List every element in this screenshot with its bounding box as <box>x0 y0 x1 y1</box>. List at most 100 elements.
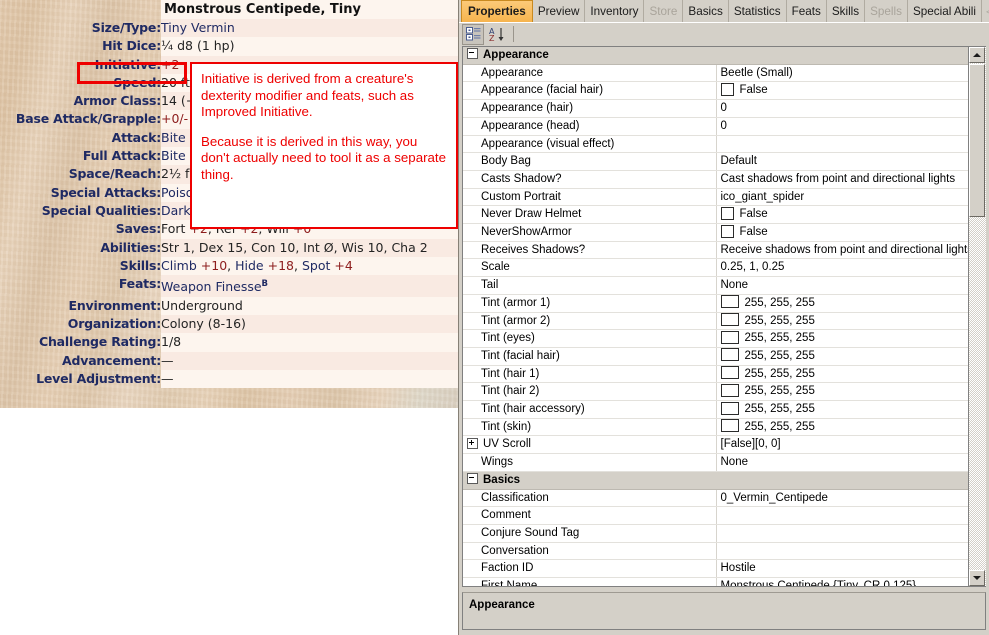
property-value[interactable]: 255, 255, 255 <box>716 329 969 348</box>
checkbox-icon[interactable] <box>720 224 734 238</box>
checkbox-icon[interactable] <box>720 82 734 96</box>
property-name: Tail <box>463 276 717 295</box>
tab-feats[interactable]: Feats <box>787 0 827 22</box>
property-value[interactable]: 255, 255, 255 <box>716 347 969 366</box>
stat-row: Size/Type: Tiny Vermin <box>0 19 458 38</box>
property-value[interactable]: 255, 255, 255 <box>716 294 969 313</box>
property-row[interactable]: Appearance Beetle (Small) <box>463 64 969 83</box>
property-value[interactable]: None <box>716 276 969 295</box>
property-value[interactable]: 255, 255, 255 <box>716 365 969 384</box>
property-row[interactable]: Tint (skin) 255, 255, 255 <box>463 418 969 437</box>
property-row[interactable]: Tint (armor 1) 255, 255, 255 <box>463 294 969 313</box>
color-swatch-icon[interactable] <box>720 330 739 344</box>
property-row[interactable]: Scale 0.25, 1, 0.25 <box>463 258 969 278</box>
alphabetical-sort-icon[interactable]: A Z <box>486 24 508 45</box>
property-row[interactable]: UV Scroll [False][0, 0] <box>463 435 969 455</box>
color-swatch-icon[interactable] <box>720 295 739 309</box>
property-row[interactable]: Appearance (head) 0 <box>463 117 969 136</box>
color-swatch-icon[interactable] <box>720 366 739 380</box>
property-row[interactable]: Conjure Sound Tag <box>463 524 969 543</box>
color-swatch-icon[interactable] <box>720 313 739 327</box>
property-row[interactable]: Tint (armor 2) 255, 255, 255 <box>463 312 969 331</box>
property-row[interactable]: Classification 0_Vermin_Centipede <box>463 489 969 508</box>
callout-paragraph-1: Initiative is derived from a creature's … <box>201 71 414 119</box>
property-value[interactable]: Monstrous Centipede {Tiny, CR 0.125} <box>716 577 969 586</box>
property-value[interactable]: 0 <box>716 99 969 118</box>
property-value[interactable] <box>716 542 969 561</box>
callout-paragraph-2: Because it is derived in this way, you d… <box>201 133 446 182</box>
property-value-label: 255, 255, 255 <box>744 349 815 362</box>
property-value[interactable]: 0_Vermin_Centipede <box>716 489 969 508</box>
property-toolbar: A Z <box>459 22 989 45</box>
property-value[interactable]: ico_giant_spider <box>716 188 969 207</box>
property-row[interactable]: Faction ID Hostile <box>463 559 969 579</box>
property-value[interactable]: 255, 255, 255 <box>716 400 969 419</box>
property-grid-scrollbar[interactable] <box>968 47 986 586</box>
property-value[interactable]: None <box>716 453 969 472</box>
property-value[interactable]: Default <box>716 152 969 171</box>
property-value[interactable]: 255, 255, 255 <box>716 312 969 331</box>
property-row[interactable]: Body Bag Default <box>463 152 969 171</box>
property-value[interactable]: Beetle (Small) <box>716 64 969 83</box>
property-value[interactable] <box>716 524 969 543</box>
property-name: Tint (eyes) <box>463 329 717 348</box>
collapse-icon[interactable] <box>467 48 478 60</box>
property-value[interactable]: Hostile <box>716 559 969 579</box>
property-row[interactable]: NeverShowArmor False <box>463 223 969 242</box>
property-category-row[interactable]: Appearance <box>463 47 969 65</box>
property-row[interactable]: Comment <box>463 506 969 525</box>
categorized-view-icon[interactable] <box>462 23 484 45</box>
property-value[interactable]: False <box>716 223 969 242</box>
property-row[interactable]: Tint (hair accessory) 255, 255, 255 <box>463 400 969 419</box>
property-value[interactable]: 255, 255, 255 <box>716 418 969 437</box>
checkbox-icon[interactable] <box>720 206 734 220</box>
property-value[interactable]: 0 <box>716 117 969 136</box>
color-swatch-icon[interactable] <box>720 419 739 433</box>
scroll-down-button[interactable] <box>969 570 985 586</box>
property-value[interactable]: False <box>716 81 969 101</box>
property-value[interactable]: Cast shadows from point and directional … <box>716 170 969 189</box>
tab-inventory[interactable]: Inventory <box>585 0 645 22</box>
property-value[interactable]: False <box>716 205 969 225</box>
property-row[interactable]: Tint (hair 2) 255, 255, 255 <box>463 382 969 402</box>
property-value[interactable] <box>716 506 969 525</box>
property-row[interactable]: Casts Shadow? Cast shadows from point and… <box>463 170 969 189</box>
property-value[interactable]: Receive shadows from point and direction… <box>716 241 969 260</box>
property-row[interactable]: Tint (hair 1) 255, 255, 255 <box>463 365 969 384</box>
property-value[interactable]: [False][0, 0] <box>716 435 969 455</box>
property-row[interactable]: Receives Shadows? Receive shadows from po… <box>463 241 969 260</box>
collapse-icon[interactable] <box>467 473 478 485</box>
color-swatch-icon[interactable] <box>720 383 739 397</box>
property-row[interactable]: Custom Portrait ico_giant_spider <box>463 188 969 207</box>
tab-properties[interactable]: Properties <box>461 0 533 22</box>
property-row[interactable]: Conversation <box>463 542 969 561</box>
tab-preview[interactable]: Preview <box>533 0 586 22</box>
property-row[interactable]: First NameMonstrous Centipede {Tiny, CR … <box>463 577 969 586</box>
stat-label: Special Attacks: <box>50 184 161 200</box>
color-swatch-icon[interactable] <box>720 401 739 415</box>
property-category-row[interactable]: Basics <box>463 471 969 490</box>
property-name: Receives Shadows? <box>463 241 717 260</box>
property-name: Tint (armor 2) <box>463 312 717 331</box>
tab-skills[interactable]: Skills <box>827 0 866 22</box>
category-label: Basics <box>483 473 521 486</box>
color-swatch-icon[interactable] <box>720 348 739 362</box>
property-row[interactable]: Appearance (facial hair) False <box>463 81 969 101</box>
property-value[interactable]: 255, 255, 255 <box>716 382 969 402</box>
property-row[interactable]: Never Draw Helmet False <box>463 205 969 225</box>
property-row[interactable]: Tail None <box>463 276 969 295</box>
tab-basics[interactable]: Basics <box>683 0 729 22</box>
property-row[interactable]: Tint (facial hair) 255, 255, 255 <box>463 347 969 366</box>
expand-icon[interactable] <box>467 437 478 449</box>
tab-special-abili[interactable]: Special Abili <box>908 0 982 22</box>
stat-row: Advancement: — <box>0 351 458 370</box>
property-row[interactable]: Wings None <box>463 453 969 472</box>
property-row[interactable]: Appearance (hair) 0 <box>463 99 969 118</box>
property-value[interactable] <box>716 135 969 154</box>
scroll-up-button[interactable] <box>969 47 985 63</box>
tab-statistics[interactable]: Statistics <box>729 0 787 22</box>
property-row[interactable]: Appearance (visual effect) <box>463 135 969 154</box>
scrollbar-thumb[interactable] <box>969 64 985 217</box>
property-value[interactable]: 0.25, 1, 0.25 <box>716 258 969 278</box>
property-row[interactable]: Tint (eyes) 255, 255, 255 <box>463 329 969 348</box>
